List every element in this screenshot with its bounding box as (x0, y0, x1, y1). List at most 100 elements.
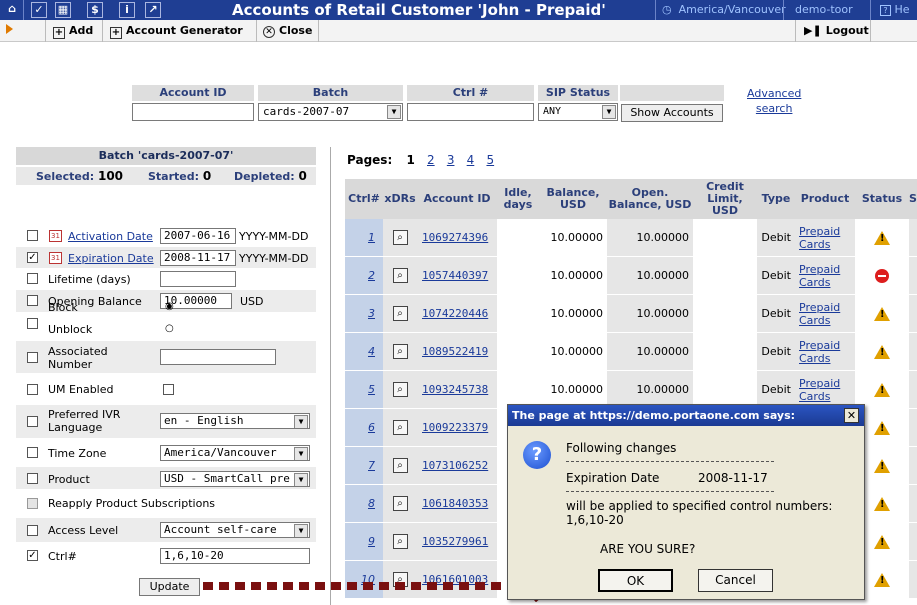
col-account-id[interactable]: Account ID (417, 179, 497, 219)
time-zone-checkbox[interactable] (27, 447, 38, 458)
product-checkbox[interactable] (27, 473, 38, 484)
search-xdr-icon[interactable]: ⌕ (392, 344, 408, 359)
col-balance[interactable]: Balance, USD (539, 179, 607, 219)
chart-icon[interactable]: ↗ (145, 2, 161, 18)
account-generator-button[interactable]: + Account Generator (110, 23, 243, 39)
sip-status-select[interactable]: ANY ▼ (538, 103, 618, 121)
calendar-icon[interactable]: 31 (49, 252, 62, 264)
account-id-link[interactable]: 1073106252 (417, 447, 497, 484)
block-radio[interactable]: ◉ (165, 302, 175, 312)
account-id-link[interactable]: 1093245738 (417, 371, 497, 408)
update-button[interactable]: Update (139, 578, 200, 596)
search-xdr-icon[interactable]: ⌕ (392, 382, 408, 397)
batch-select[interactable]: cards-2007-07 ▼ (258, 103, 403, 121)
access-level-checkbox[interactable] (27, 525, 38, 536)
account-id-link[interactable]: 1061840353 (417, 485, 497, 522)
access-level-select[interactable]: Account self-care ▼ (160, 522, 310, 538)
ok-button[interactable]: OK (598, 569, 673, 592)
um-enabled-checkbox[interactable] (27, 384, 38, 395)
ivr-language-checkbox[interactable] (27, 416, 38, 427)
add-button[interactable]: + Add (53, 23, 93, 39)
search-xdr-icon[interactable]: ⌕ (392, 420, 408, 435)
expiration-date-input[interactable]: 2008-11-17 (160, 250, 236, 266)
activation-date-label[interactable]: Activation Date (68, 230, 153, 243)
ctrl-link[interactable]: 4 (345, 333, 383, 370)
ctrl-link[interactable]: 1 (345, 219, 383, 256)
ctrl-link[interactable]: 7 (345, 447, 383, 484)
ctrl-input[interactable] (407, 103, 534, 121)
product-select[interactable]: USD - SmartCall pre ▼ (160, 471, 310, 487)
expiration-date-checkbox[interactable]: ✓ (27, 252, 38, 263)
calendar-icon[interactable]: 31 (49, 230, 62, 242)
activation-date-checkbox[interactable] (27, 230, 38, 241)
block-checkbox[interactable] (27, 318, 38, 329)
ctrl-checkbox[interactable]: ✓ (27, 550, 38, 561)
col-product[interactable]: Product (795, 179, 855, 219)
ctrl-link[interactable]: 3 (345, 295, 383, 332)
reapply-checkbox[interactable] (27, 498, 38, 509)
page-link[interactable]: 4 (467, 153, 475, 167)
product-link[interactable]: Prepaid Cards (795, 257, 855, 294)
ctrl-link[interactable]: 9 (345, 523, 383, 560)
logout-button[interactable]: ▶❚ Logout (804, 23, 869, 39)
account-id-link[interactable]: 1061601003 (417, 561, 497, 598)
ctrl-input[interactable]: 1,6,10-20 (160, 548, 310, 564)
search-xdr-icon[interactable]: ⌕ (392, 230, 408, 245)
close-icon[interactable]: ✕ (844, 408, 859, 423)
ctrl-link[interactable]: 6 (345, 409, 383, 446)
search-xdr-icon[interactable]: ⌕ (392, 458, 408, 473)
close-button[interactable]: ✕ Close (263, 23, 312, 39)
account-id-link[interactable]: 1057440397 (417, 257, 497, 294)
associated-number-input[interactable] (160, 349, 276, 365)
search-xdr-icon[interactable]: ⌕ (392, 306, 408, 321)
help-link[interactable]: ? He (880, 3, 910, 16)
ctrl-link[interactable]: 5 (345, 371, 383, 408)
account-id-link[interactable]: 1089522419 (417, 333, 497, 370)
um-enabled-value-checkbox[interactable] (163, 384, 174, 395)
page-link[interactable]: 2 (427, 153, 435, 167)
lifetime-checkbox[interactable] (27, 273, 38, 284)
ctrl-link[interactable]: 2 (345, 257, 383, 294)
opening-balance-checkbox[interactable] (27, 295, 38, 306)
search-xdr-icon[interactable]: ⌕ (392, 534, 408, 549)
ivr-language-select[interactable]: en - English ▼ (160, 413, 310, 429)
product-link[interactable]: Prepaid Cards (795, 371, 855, 408)
account-id-input[interactable] (132, 103, 254, 121)
lifetime-input[interactable] (160, 271, 236, 287)
col-open-balance[interactable]: Open. Balance, USD (607, 179, 693, 219)
expiration-date-label[interactable]: Expiration Date (68, 252, 154, 265)
page-link[interactable]: 5 (486, 153, 494, 167)
col-ctrl[interactable]: Ctrl# (345, 179, 383, 219)
show-accounts-button[interactable]: Show Accounts (621, 104, 723, 122)
product-link[interactable]: Prepaid Cards (795, 219, 855, 256)
account-id-link[interactable]: 1069274396 (417, 219, 497, 256)
ctrl-link[interactable]: 8 (345, 485, 383, 522)
timezone-link[interactable]: ◷ America/Vancouver (662, 3, 786, 16)
page-link[interactable]: 3 (447, 153, 455, 167)
account-id-link[interactable]: 1009223379 (417, 409, 497, 446)
search-xdr-icon[interactable]: ⌕ (392, 496, 408, 511)
checkbox-icon[interactable]: ✓ (31, 2, 47, 18)
col-status[interactable]: Status (855, 179, 909, 219)
product-link[interactable]: Prepaid Cards (795, 333, 855, 370)
grid-icon[interactable]: ▦ (55, 2, 71, 18)
product-link[interactable]: Prepaid Cards (795, 295, 855, 332)
col-type[interactable]: Type (757, 179, 795, 219)
info-icon[interactable]: i (119, 2, 135, 18)
unblock-radio[interactable]: ○ (165, 324, 175, 334)
advanced-search-link[interactable]: Advanced search (747, 86, 801, 116)
time-zone-select[interactable]: America/Vancouver ▼ (160, 445, 310, 461)
col-idle-days[interactable]: Idle, days (497, 179, 539, 219)
dollar-icon[interactable]: $ (87, 2, 103, 18)
search-xdr-icon[interactable]: ⌕ (392, 268, 408, 283)
user-link[interactable]: demo-toor (795, 3, 853, 16)
col-credit-limit[interactable]: Credit Limit, USD (693, 179, 757, 219)
idle-days-cell (497, 333, 539, 370)
account-id-link[interactable]: 1074220446 (417, 295, 497, 332)
ctrl-link[interactable]: 10 (345, 561, 383, 598)
cancel-button[interactable]: Cancel (698, 569, 773, 592)
associated-number-checkbox[interactable] (27, 352, 38, 363)
activation-date-input[interactable]: 2007-06-16 (160, 228, 236, 244)
account-id-link[interactable]: 1035279961 (417, 523, 497, 560)
home-icon[interactable]: ⌂ (4, 2, 20, 18)
